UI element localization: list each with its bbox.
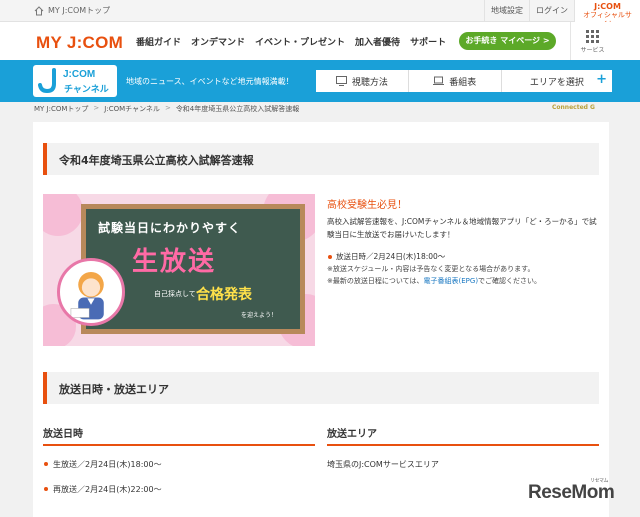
channel-nav: 視聴方法 番組表 エリアを選択 +: [316, 70, 612, 92]
nav-support[interactable]: サポート: [410, 35, 446, 48]
breadcrumb-item-current: 令和4年度埼玉県公立高校入試解答速報: [175, 105, 300, 113]
article-intro: 高校受験生必見！ 高校入試解答速報を、J:COMチャンネル＆地域情報アプリ「ど・…: [327, 196, 599, 287]
intro-title: 高校受験生必見！: [327, 200, 407, 211]
student-illustration: [57, 258, 125, 326]
jcom-channel-mark-icon: [38, 68, 56, 94]
nav-on-demand[interactable]: オンデマンド: [191, 35, 245, 48]
article-title-box: 令和4年度埼玉県公立高校入試解答速報: [43, 143, 599, 175]
banner-line3: 自己採点して: [154, 290, 196, 298]
article-content: 令和4年度埼玉県公立高校入試解答速報 試験当日にわかりやすく 生放送 自己採点し…: [33, 122, 609, 517]
breadcrumb-separator: >: [164, 104, 171, 112]
laptop-icon: [433, 76, 445, 85]
home-link[interactable]: MY J:COMトップ: [34, 5, 110, 16]
nav-events-presents[interactable]: イベント・プレゼント: [255, 35, 345, 48]
jcom-channel-logo[interactable]: J:COM チャンネル: [33, 65, 117, 97]
broadcast-time-heading: 放送日時: [43, 425, 315, 446]
nav-select-area-label: エリアを選択: [529, 77, 584, 88]
note-epg-pre: ※最新の放送日程については、: [327, 277, 424, 285]
broadcast-area: 埼玉県のJ:COMサービスエリア: [327, 460, 439, 469]
services-label: サービス: [580, 47, 605, 54]
nav-select-area[interactable]: エリアを選択 +: [502, 70, 612, 92]
banner-line5: を迎えよう！: [241, 312, 278, 319]
schedule-section-title-box: 放送日時・放送エリア: [43, 372, 599, 404]
nav-subscriber-benefits[interactable]: 加入者優待: [355, 35, 400, 48]
banner-line1: 試験当日にわかりやすく: [98, 221, 242, 235]
rebroadcast-time: 再放送／2月24日(木)22:00〜: [43, 484, 162, 495]
breadcrumb-item-channel[interactable]: J:COMチャンネル: [104, 104, 160, 114]
nav-program-guide[interactable]: 番組ガイド: [136, 35, 181, 48]
breadcrumb: MY J:COMトップ > J:COMチャンネル > 令和4年度埼玉県公立高校入…: [34, 104, 299, 114]
global-header: MY J:COM 番組ガイド オンデマンド イベント・プレゼント 加入者優待 サ…: [0, 22, 640, 60]
plus-icon: +: [596, 72, 607, 87]
live-broadcast-time: 生放送／2月24日(木)18:00〜: [43, 459, 162, 470]
my-jcom-logo[interactable]: MY J:COM: [36, 33, 123, 53]
schedule-section-title: 放送日時・放送エリア: [59, 383, 169, 396]
mypage-button[interactable]: お手続き マイページ >: [459, 32, 556, 50]
intro-lead: 高校入試解答速報を、J:COMチャンネル＆地域情報アプリ「ど・ろーかる」で試験当…: [327, 217, 597, 239]
official-site-logo: J:COM: [594, 2, 621, 11]
watermark-text: ReseMom: [528, 482, 615, 503]
epg-link[interactable]: 電子番組表(EPG): [424, 277, 479, 285]
global-nav: 番組ガイド オンデマンド イベント・プレゼント 加入者優待 サポート: [136, 22, 446, 60]
watermark-sub: リセマム: [590, 478, 609, 484]
channel-bar: J:COM チャンネル 地域のニュース、イベントなど地元情報満載！ 視聴方法 番…: [0, 60, 640, 102]
g-logo: Connected G: [552, 104, 595, 111]
services-menu-button[interactable]: サービス: [570, 22, 614, 60]
broadcast-area-heading: 放送エリア: [327, 425, 599, 446]
breadcrumb-item-top[interactable]: MY J:COMトップ: [34, 104, 88, 114]
utility-bar: MY J:COMトップ 地域設定 ログイン J:COM オフィシャルサイト: [0, 0, 640, 28]
broadcast-time: 放送日時／2月24日(木)18:00〜: [327, 251, 599, 263]
banner-line4: 合格発表: [196, 287, 252, 303]
note-epg-post: でご確認ください。: [478, 277, 542, 285]
official-site-link[interactable]: J:COM オフィシャルサイト: [574, 0, 640, 28]
note-schedule-change: ※放送スケジュール・内容は予告なく変更となる場合があります。: [327, 265, 535, 273]
nav-program-table-label: 番組表: [449, 77, 477, 88]
grid-menu-icon: [586, 30, 599, 43]
channel-description: 地域のニュース、イベントなど地元情報満載！: [126, 77, 294, 86]
nav-program-table[interactable]: 番組表: [409, 70, 502, 92]
nav-how-to-watch[interactable]: 視聴方法: [316, 70, 409, 92]
channel-logo-line1: J:COM: [63, 69, 96, 80]
article-title: 令和4年度埼玉県公立高校入試解答速報: [59, 154, 254, 167]
home-icon: [34, 5, 44, 15]
banner-line2: 生放送: [132, 247, 217, 277]
program-banner-image: 試験当日にわかりやすく 生放送 自己採点して 合格発表 を迎えよう！: [43, 194, 315, 346]
login-link[interactable]: ログイン: [529, 0, 574, 22]
note-epg: ※最新の放送日程については、電子番組表(EPG)でご確認ください。: [327, 275, 599, 287]
channel-logo-line2: チャンネル: [64, 85, 109, 95]
resemom-watermark: ReseMom リセマム: [528, 478, 615, 504]
tv-icon: [335, 76, 347, 86]
breadcrumb-separator: >: [93, 104, 100, 112]
region-settings-link[interactable]: 地域設定: [484, 0, 529, 22]
nav-how-to-watch-label: 視聴方法: [351, 77, 388, 88]
home-link-label: MY J:COMトップ: [48, 6, 111, 15]
